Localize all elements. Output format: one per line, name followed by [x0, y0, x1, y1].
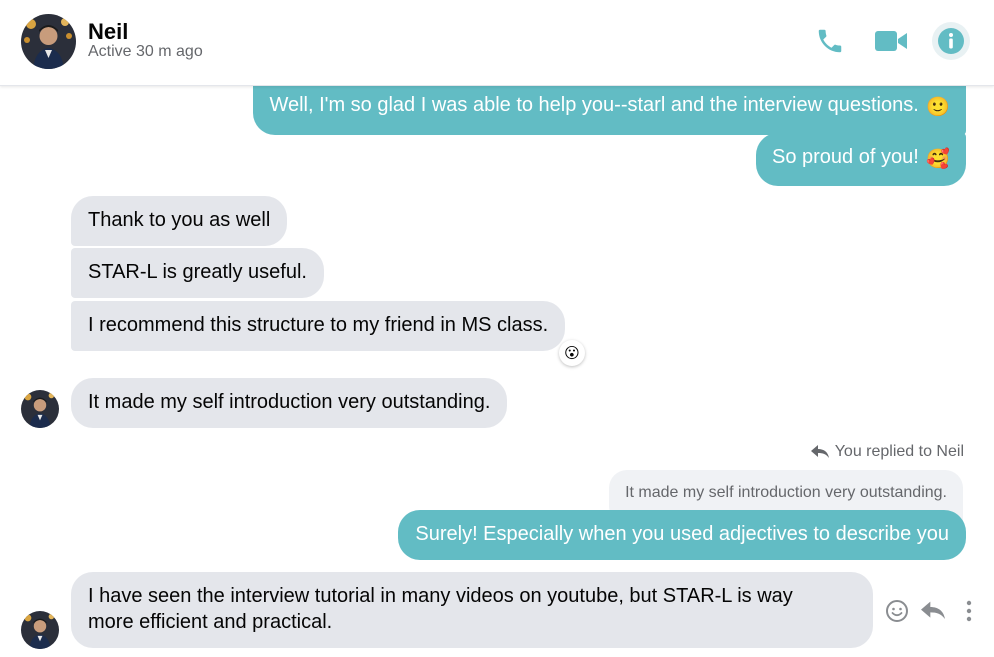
- reaction-badge[interactable]: 😮: [559, 340, 585, 366]
- incoming-message[interactable]: STAR-L is greatly useful.: [71, 248, 324, 298]
- reply-icon[interactable]: [920, 598, 946, 624]
- video-camera-icon[interactable]: [872, 22, 910, 60]
- message-thread: Well, I'm so glad I was able to help you…: [0, 84, 994, 657]
- message-actions: [884, 598, 982, 624]
- phone-icon[interactable]: [811, 22, 849, 60]
- contact-avatar[interactable]: [21, 14, 76, 69]
- surprised-emoji: 😮: [564, 345, 580, 362]
- message-text: Thank to you as well: [88, 209, 271, 231]
- message-text: Well, I'm so glad I was able to help you…: [269, 94, 919, 116]
- smiling-face-with-hearts-emoji: 🥰: [926, 149, 950, 170]
- outgoing-message[interactable]: Well, I'm so glad I was able to help you…: [253, 84, 966, 135]
- quoted-message-text: It made my self introduction very outsta…: [625, 484, 947, 501]
- incoming-message[interactable]: Thank to you as well: [71, 196, 288, 246]
- outgoing-message[interactable]: Surely! Especially when you used adjecti…: [398, 510, 966, 560]
- conversation-header: Neil Active 30 m ago: [0, 0, 994, 86]
- message-text: It made my self introduction very outsta…: [88, 391, 491, 413]
- message-text-line: more efficient and practical.: [88, 611, 333, 633]
- contact-avatar[interactable]: [21, 611, 59, 649]
- message-text-line: I have seen the interview tutorial in ma…: [88, 585, 793, 607]
- incoming-message[interactable]: I have seen the interview tutorial in ma…: [71, 572, 873, 648]
- message-text: STAR-L is greatly useful.: [88, 261, 307, 283]
- smile-emoji: 🙂: [926, 97, 950, 118]
- contact-avatar[interactable]: [21, 390, 59, 428]
- incoming-message[interactable]: It made my self introduction very outsta…: [71, 378, 508, 428]
- message-text: So proud of you!: [771, 146, 919, 168]
- reply-indicator-text: You replied to Neil: [834, 443, 964, 460]
- message-text: Surely! Especially when you used adjecti…: [415, 523, 949, 545]
- contact-name[interactable]: Neil: [88, 19, 128, 45]
- more-options-icon[interactable]: [956, 598, 982, 624]
- incoming-message[interactable]: I recommend this structure to my friend …: [71, 301, 566, 351]
- info-icon[interactable]: [932, 22, 970, 60]
- contact-status: Active 30 m ago: [88, 43, 203, 60]
- react-icon[interactable]: [884, 598, 910, 624]
- reply-indicator: You replied to Neil: [810, 443, 964, 461]
- message-text: I recommend this structure to my friend …: [88, 314, 549, 336]
- outgoing-message[interactable]: So proud of you! 🥰: [755, 133, 966, 186]
- reply-arrow-icon: [810, 445, 829, 458]
